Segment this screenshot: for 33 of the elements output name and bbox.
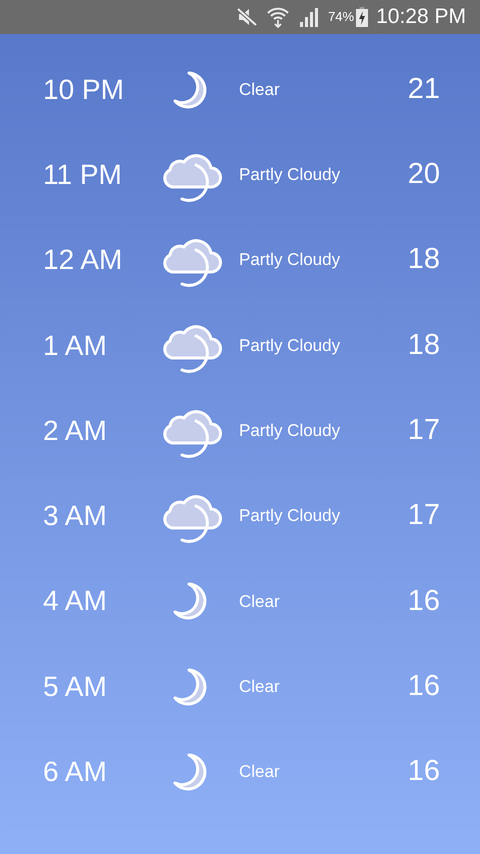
condition-label: Partly Cloudy [239,420,342,442]
hour-label: 1 AM [43,328,108,363]
hour-label: 6 AM [43,755,108,790]
hour-label: 12 AM [43,243,124,278]
wifi-icon [266,6,290,28]
temperature-label: 18 [408,242,440,278]
condition-label: Clear [239,78,281,101]
condition-label: Partly Cloudy [239,164,342,186]
temperature-label: 20 [408,157,440,192]
condition-label: Partly Cloudy [239,249,342,272]
signal-icon [298,7,320,27]
temperature-label: 17 [408,413,440,448]
hour-label: 4 AM [43,584,108,618]
hour-label: 10 PM [43,72,125,107]
hour-label: 3 AM [43,499,108,534]
clock-time: 10:28 PM [376,4,466,30]
condition-label: Clear [239,676,281,698]
temperature-label: 16 [408,668,440,704]
condition-label: Partly Cloudy [239,334,342,357]
temperature-label: 16 [408,754,440,790]
hour-label: 2 AM [43,414,108,448]
hour-label: 5 AM [43,670,108,704]
temperature-label: 17 [408,498,440,534]
battery-percent: 74% [328,8,354,26]
temperature-label: 16 [408,584,440,619]
condition-label: Clear [239,761,281,784]
condition-label: Clear [239,590,281,613]
temperature-label: 18 [408,328,440,363]
condition-label: Partly Cloudy [239,505,342,528]
mute-icon [236,7,258,27]
temperature-label: 21 [408,72,440,107]
hour-label: 11 PM [43,158,123,192]
battery-charging-icon [356,7,368,27]
